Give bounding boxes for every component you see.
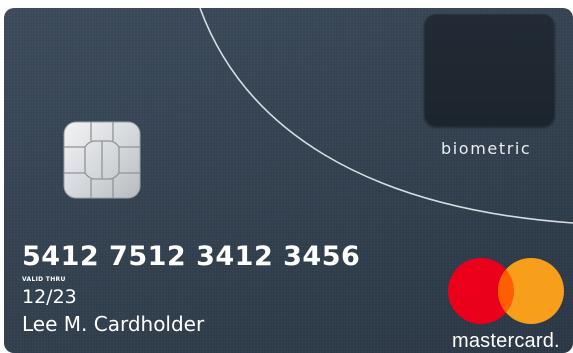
- card-number: 5412 7512 3412 3456: [22, 241, 361, 272]
- mastercard-wordmark: mastercard.: [452, 330, 560, 352]
- biometric-label: biometric: [441, 139, 532, 158]
- valid-thru-label: VALID THRU: [22, 276, 66, 283]
- expiry-date: 12/23: [22, 286, 77, 308]
- payment-card: biometric 5412 7512 3412 3456 VALID THRU…: [4, 8, 573, 353]
- emv-chip-icon: [63, 121, 141, 199]
- cardholder-name: Lee M. Cardholder: [22, 312, 205, 336]
- fingerprint-sensor[interactable]: [424, 14, 555, 127]
